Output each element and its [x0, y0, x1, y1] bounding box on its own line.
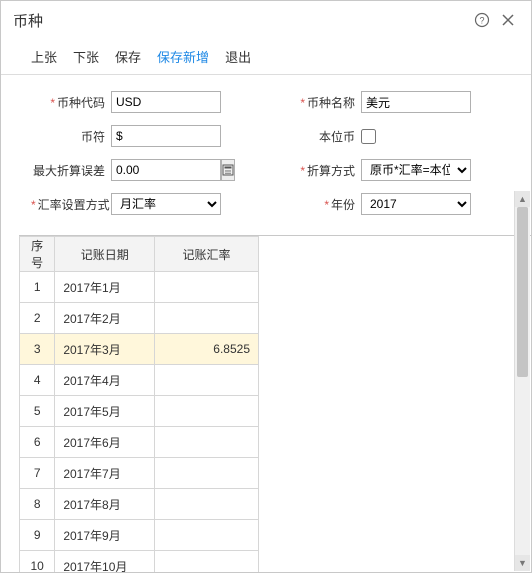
scroll-track[interactable] — [515, 207, 530, 555]
table-row[interactable]: 82017年8月 — [20, 489, 259, 520]
cell-seq: 3 — [20, 334, 55, 365]
cell-date: 2017年4月 — [55, 365, 155, 396]
cell-rate[interactable] — [155, 303, 259, 334]
convert-select[interactable]: 原币*汇率=本位币 — [361, 159, 471, 181]
help-icon[interactable]: ? — [471, 9, 493, 31]
title-bar: 币种 ? — [1, 1, 531, 37]
currency-dialog: 币种 ? 上张 下张 保存 保存新增 退出 *币种代码 币符 最大折算误差 — [0, 0, 532, 573]
name-label: *币种名称 — [281, 94, 361, 111]
dialog-title: 币种 — [13, 10, 43, 31]
table-row[interactable]: 52017年5月 — [20, 396, 259, 427]
scroll-up-icon[interactable]: ▲ — [515, 191, 530, 207]
cell-date: 2017年6月 — [55, 427, 155, 458]
scroll-down-icon[interactable]: ▼ — [515, 555, 530, 571]
convert-label: *折算方式 — [281, 162, 361, 179]
base-label: 本位币 — [281, 128, 361, 145]
table-row[interactable]: 42017年4月 — [20, 365, 259, 396]
cell-rate[interactable] — [155, 520, 259, 551]
cell-rate[interactable] — [155, 551, 259, 573]
close-icon[interactable] — [497, 9, 519, 31]
calculator-icon[interactable] — [221, 159, 235, 181]
vertical-scrollbar[interactable]: ▲ ▼ — [514, 191, 530, 571]
form-col-left: *币种代码 币符 最大折算误差 *汇率 — [31, 89, 251, 225]
cell-rate[interactable] — [155, 396, 259, 427]
code-label: *币种代码 — [31, 94, 111, 111]
cell-rate[interactable] — [155, 458, 259, 489]
form-area: *币种代码 币符 最大折算误差 *汇率 — [1, 75, 531, 235]
cell-rate[interactable] — [155, 489, 259, 520]
year-select[interactable]: 2017 — [361, 193, 471, 215]
scroll-thumb[interactable] — [517, 207, 528, 377]
table-row[interactable]: 62017年6月 — [20, 427, 259, 458]
table-row[interactable]: 32017年3月6.8525 — [20, 334, 259, 365]
cell-rate[interactable] — [155, 427, 259, 458]
col-rate-header[interactable]: 记账汇率 — [155, 237, 259, 272]
cell-date: 2017年5月 — [55, 396, 155, 427]
next-button[interactable]: 下张 — [73, 47, 99, 66]
rate-table: 序号 记账日期 记账汇率 12017年1月22017年2月32017年3月6.8… — [19, 236, 259, 572]
col-seq-header[interactable]: 序号 — [20, 237, 55, 272]
table-row[interactable]: 12017年1月 — [20, 272, 259, 303]
cell-seq: 4 — [20, 365, 55, 396]
cell-date: 2017年8月 — [55, 489, 155, 520]
toolbar: 上张 下张 保存 保存新增 退出 — [1, 37, 531, 75]
code-input[interactable] — [111, 91, 221, 113]
table-wrap: 序号 记账日期 记账汇率 12017年1月22017年2月32017年3月6.8… — [19, 235, 531, 572]
cell-seq: 10 — [20, 551, 55, 573]
cell-seq: 2 — [20, 303, 55, 334]
svg-text:?: ? — [479, 16, 484, 26]
cell-date: 2017年1月 — [55, 272, 155, 303]
cell-date: 2017年10月 — [55, 551, 155, 573]
cell-seq: 6 — [20, 427, 55, 458]
table-row[interactable]: 92017年9月 — [20, 520, 259, 551]
symbol-label: 币符 — [31, 128, 111, 145]
save-button[interactable]: 保存 — [115, 47, 141, 66]
cell-seq: 7 — [20, 458, 55, 489]
cell-seq: 1 — [20, 272, 55, 303]
ratemode-select[interactable]: 月汇率 — [111, 193, 221, 215]
symbol-input[interactable] — [111, 125, 221, 147]
table-row[interactable]: 102017年10月 — [20, 551, 259, 573]
cell-rate[interactable] — [155, 365, 259, 396]
cell-seq: 9 — [20, 520, 55, 551]
cell-date: 2017年7月 — [55, 458, 155, 489]
table-row[interactable]: 22017年2月 — [20, 303, 259, 334]
maxdiff-input[interactable] — [111, 159, 221, 181]
base-checkbox[interactable] — [361, 129, 376, 144]
cell-date: 2017年9月 — [55, 520, 155, 551]
name-input[interactable] — [361, 91, 471, 113]
cell-date: 2017年2月 — [55, 303, 155, 334]
cell-rate[interactable]: 6.8525 — [155, 334, 259, 365]
exit-button[interactable]: 退出 — [225, 47, 251, 66]
table-row[interactable]: 72017年7月 — [20, 458, 259, 489]
save-new-button[interactable]: 保存新增 — [157, 47, 209, 66]
cell-date: 2017年3月 — [55, 334, 155, 365]
cell-seq: 5 — [20, 396, 55, 427]
year-label: *年份 — [281, 196, 361, 213]
maxdiff-label: 最大折算误差 — [31, 162, 111, 179]
ratemode-label: *汇率设置方式 — [31, 196, 111, 213]
cell-rate[interactable] — [155, 272, 259, 303]
cell-seq: 8 — [20, 489, 55, 520]
form-col-right: *币种名称 本位币 *折算方式 原币*汇率=本位币 *年份 2017 — [281, 89, 501, 225]
prev-button[interactable]: 上张 — [31, 47, 57, 66]
col-date-header[interactable]: 记账日期 — [55, 237, 155, 272]
